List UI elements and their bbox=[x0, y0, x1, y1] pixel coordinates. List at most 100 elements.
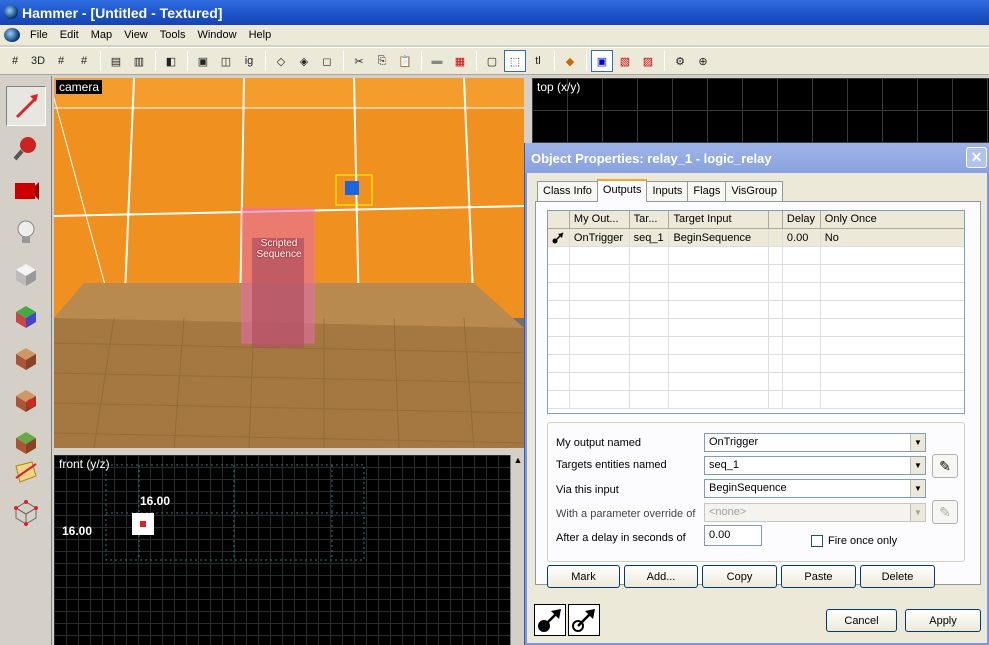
camera-viewport[interactable]: camera Scripted Sequence bbox=[54, 78, 524, 448]
table-row[interactable] bbox=[548, 319, 964, 337]
toggle-grid-icon[interactable]: ▬ bbox=[426, 50, 448, 72]
cancel-button[interactable]: Cancel bbox=[826, 609, 897, 632]
tab-inputs[interactable]: Inputs bbox=[646, 181, 689, 201]
ignore-groups-button[interactable]: ig bbox=[238, 50, 260, 72]
front-viewport-label: front (y/z) bbox=[59, 457, 110, 471]
camera-tool[interactable] bbox=[6, 170, 46, 210]
menu-window[interactable]: Window bbox=[191, 29, 242, 41]
table-row[interactable] bbox=[548, 283, 964, 301]
selection-tool[interactable] bbox=[6, 86, 46, 126]
cut-icon[interactable]: ✂ bbox=[348, 50, 370, 72]
ungroup-icon[interactable]: ▥ bbox=[128, 50, 150, 72]
table-row[interactable] bbox=[548, 337, 964, 355]
toolbar-separator bbox=[476, 51, 477, 71]
group-icon[interactable]: ▤ bbox=[105, 50, 127, 72]
mark-button[interactable]: Mark bbox=[547, 565, 620, 588]
tab-flags[interactable]: Flags bbox=[687, 181, 727, 201]
entity-report-icon[interactable]: ◆ bbox=[559, 50, 581, 72]
targets-combo[interactable]: seq_1 ▼ bbox=[704, 456, 926, 475]
smooth-icon[interactable]: ⚙ bbox=[669, 50, 691, 72]
front-viewport-scrollbar[interactable]: ▲ bbox=[510, 455, 525, 645]
carve-icon[interactable]: ◧ bbox=[160, 50, 182, 72]
paste-icon[interactable]: 📋 bbox=[394, 50, 416, 72]
col-header-target-input[interactable]: Target Input bbox=[669, 211, 769, 228]
clip-icon[interactable]: ◇ bbox=[270, 50, 292, 72]
copy-icon[interactable]: ⎘ bbox=[371, 50, 393, 72]
vertex-icon[interactable]: ◈ bbox=[293, 50, 315, 72]
block-tool[interactable] bbox=[6, 254, 46, 294]
col-header-spacer[interactable] bbox=[769, 211, 783, 228]
col-header-delay[interactable]: Delay bbox=[783, 211, 821, 228]
chevron-down-icon[interactable]: ▼ bbox=[910, 457, 925, 474]
show-helpers-icon[interactable]: ▧ bbox=[614, 50, 636, 72]
chevron-down-icon[interactable]: ▼ bbox=[910, 480, 925, 497]
col-header-my-output[interactable]: My Out... bbox=[570, 211, 630, 228]
show-connections-icon[interactable]: ▣ bbox=[591, 50, 613, 72]
checkbox-box[interactable] bbox=[811, 535, 823, 547]
entity-tool[interactable] bbox=[6, 212, 46, 252]
menu-file[interactable]: File bbox=[24, 29, 54, 41]
tab-outputs[interactable]: Outputs bbox=[596, 179, 648, 202]
texture-lock-icon[interactable]: ▦ bbox=[449, 50, 471, 72]
magnify-tool[interactable] bbox=[6, 128, 46, 168]
col-header-target[interactable]: Tar... bbox=[630, 211, 670, 228]
apply-texture-tool[interactable] bbox=[6, 338, 46, 378]
col-header-only-once[interactable]: Only Once bbox=[821, 211, 964, 228]
menu-edit[interactable]: Edit bbox=[54, 29, 85, 41]
top-viewport[interactable]: top (x/y) bbox=[532, 78, 989, 150]
add-button[interactable]: Add... bbox=[624, 565, 698, 588]
select-box-icon[interactable]: ▢ bbox=[481, 50, 503, 72]
delete-button[interactable]: Delete bbox=[860, 565, 935, 588]
hide-icon[interactable]: ▣ bbox=[192, 50, 214, 72]
apply-button[interactable]: Apply bbox=[905, 609, 981, 632]
texture-lock-button[interactable]: tl bbox=[527, 50, 549, 72]
close-icon[interactable]: ✕ bbox=[966, 147, 987, 168]
eyedropper-icon[interactable]: ✎ bbox=[932, 454, 958, 478]
menu-view[interactable]: View bbox=[118, 29, 154, 41]
grid-3d-button[interactable]: 3D bbox=[27, 50, 49, 72]
texture-tool[interactable] bbox=[6, 296, 46, 336]
chevron-down-icon[interactable]: ▼ bbox=[910, 434, 925, 451]
outputs-list[interactable]: My Out... Tar... Target Input Delay Only… bbox=[547, 210, 965, 414]
dialog-title-bar[interactable]: Object Properties: relay_1 - logic_relay… bbox=[525, 143, 989, 173]
toolbar-separator bbox=[343, 51, 344, 71]
viewport-splitter-horizontal[interactable] bbox=[54, 448, 524, 455]
box-icon[interactable]: ◻ bbox=[316, 50, 338, 72]
delay-input[interactable]: 0.00 bbox=[704, 525, 762, 546]
menu-tools[interactable]: Tools bbox=[154, 29, 192, 41]
via-input-combo[interactable]: BeginSequence ▼ bbox=[704, 479, 926, 498]
run-map-icon[interactable]: ⊕ bbox=[692, 50, 714, 72]
table-row[interactable] bbox=[548, 391, 964, 409]
menu-map[interactable]: Map bbox=[85, 29, 118, 41]
tab-class-info[interactable]: Class Info bbox=[537, 181, 598, 201]
grid-icon[interactable]: # bbox=[4, 50, 26, 72]
decal-tool[interactable] bbox=[6, 380, 46, 420]
table-row[interactable] bbox=[548, 373, 964, 391]
inputs-view-icon[interactable] bbox=[568, 604, 600, 636]
grid-smaller-icon[interactable]: # bbox=[50, 50, 72, 72]
copy-button[interactable]: Copy bbox=[702, 565, 777, 588]
table-row[interactable] bbox=[548, 301, 964, 319]
table-row[interactable] bbox=[548, 247, 964, 265]
front-viewport[interactable]: front (y/z) bbox=[54, 455, 510, 645]
tab-visgroup[interactable]: VisGroup bbox=[725, 181, 783, 201]
table-row[interactable] bbox=[548, 355, 964, 373]
output-properties-group: My output named OnTrigger ▼ Targets enti… bbox=[547, 422, 965, 562]
menu-help[interactable]: Help bbox=[243, 29, 278, 41]
table-row[interactable]: OnTrigger seq_1 BeginSequence 0.00 No bbox=[548, 229, 964, 247]
main-toolbar: # 3D # # ▤ ▥ ◧ ▣ ◫ ig ◇ ◈ ◻ ✂ ⎘ 📋 ▬ ▦ ▢ … bbox=[0, 47, 989, 75]
select-dotted-icon[interactable]: ⬚ bbox=[504, 50, 526, 72]
output-named-combo[interactable]: OnTrigger ▼ bbox=[704, 433, 926, 452]
clipping-tool[interactable] bbox=[6, 452, 46, 492]
fire-once-checkbox[interactable]: Fire once only bbox=[811, 535, 897, 547]
show-models-icon[interactable]: ▨ bbox=[637, 50, 659, 72]
col-header-icon[interactable] bbox=[548, 211, 570, 228]
scroll-up-icon[interactable]: ▲ bbox=[514, 455, 523, 465]
document-icon[interactable] bbox=[4, 28, 20, 42]
vertex-tool[interactable] bbox=[6, 492, 46, 532]
table-row[interactable] bbox=[548, 265, 964, 283]
visgroup-icon[interactable]: ◫ bbox=[215, 50, 237, 72]
outputs-view-icon[interactable] bbox=[534, 604, 566, 636]
paste-button[interactable]: Paste bbox=[781, 565, 856, 588]
grid-larger-icon[interactable]: # bbox=[73, 50, 95, 72]
